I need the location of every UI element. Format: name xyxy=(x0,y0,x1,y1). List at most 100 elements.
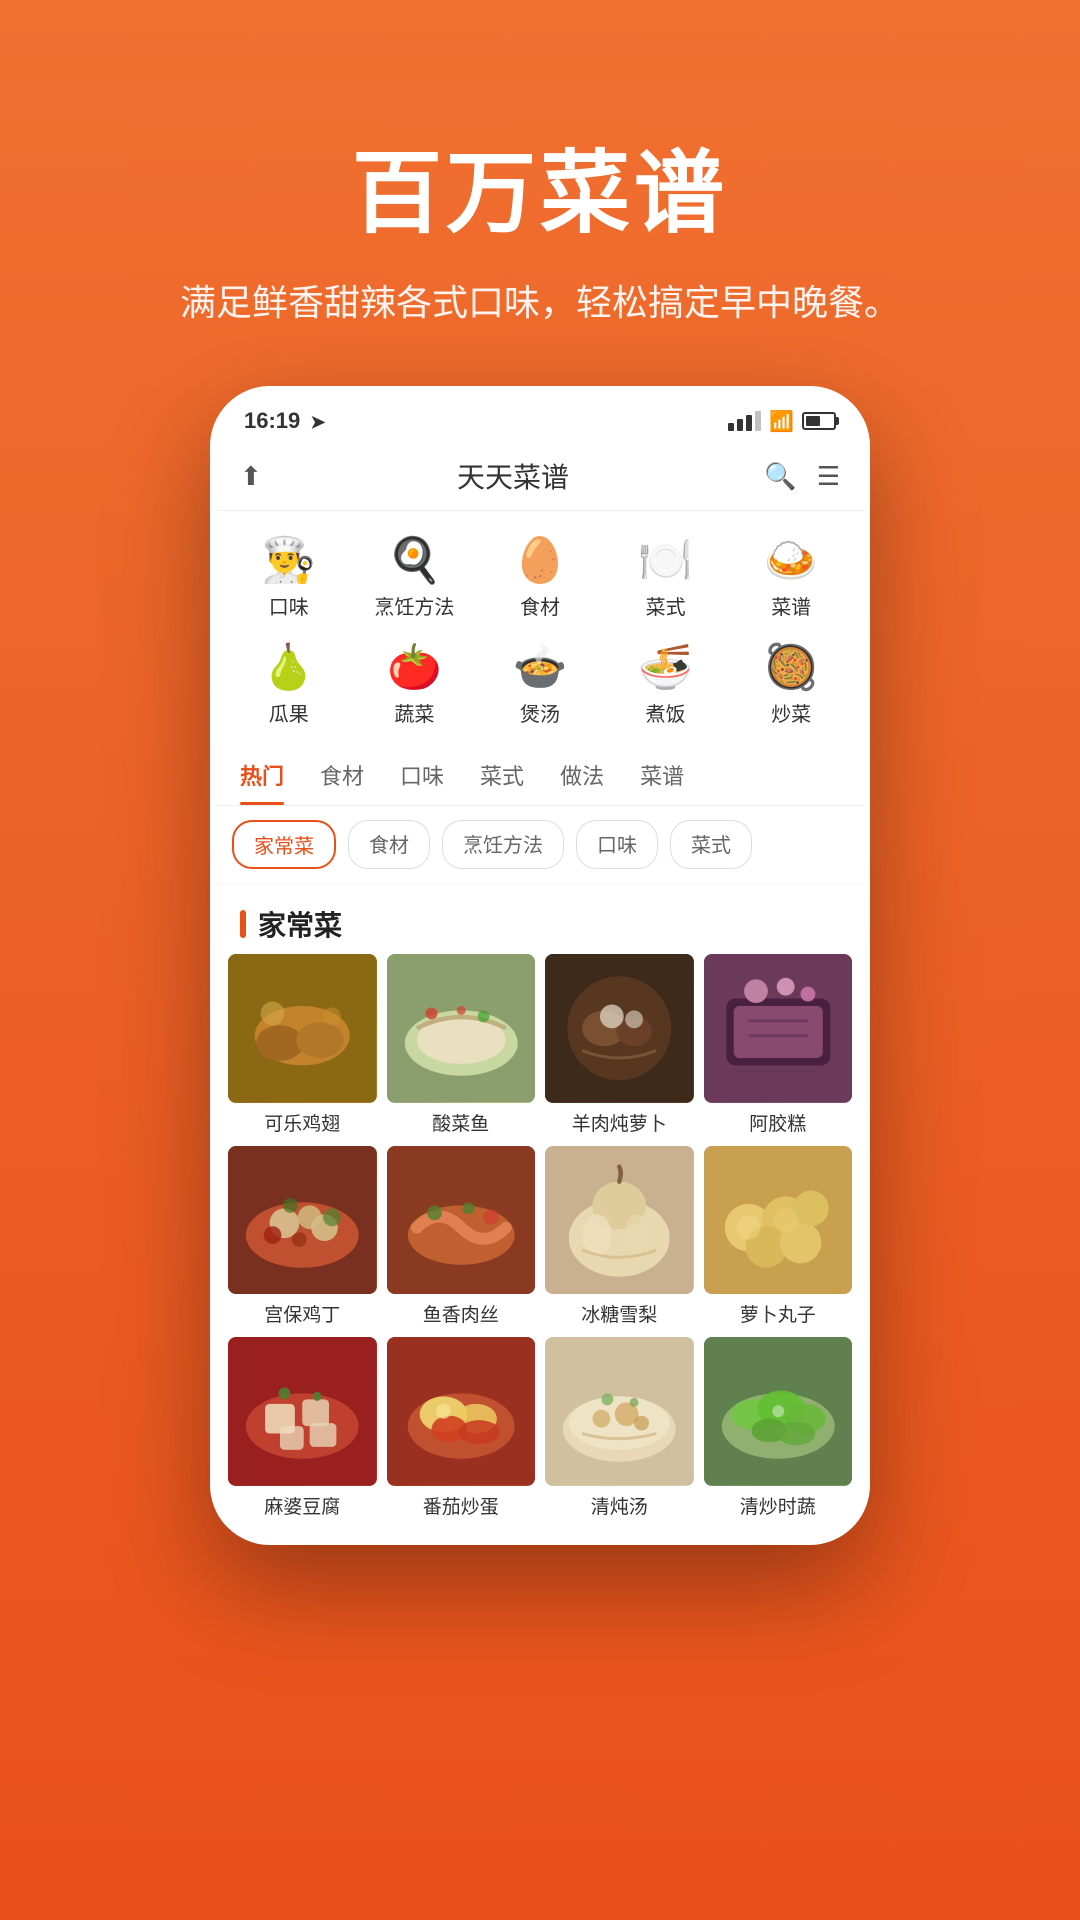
category-vegetable[interactable]: 🍅 蔬菜 xyxy=(352,638,478,735)
tab-list: 热门 食材 口味 菜式 做法 菜谱 xyxy=(240,745,840,805)
tab-ingredients[interactable]: 食材 xyxy=(320,745,364,805)
dish-label: 菜式 xyxy=(646,591,686,620)
recipe-icon: 🍛 xyxy=(764,539,819,583)
dish-icon: 🍽️ xyxy=(638,539,693,583)
food-name-fish-pork: 鱼香肉丝 xyxy=(423,1300,499,1327)
food-image-rock-sugar-pear xyxy=(545,1146,694,1295)
category-grid: 👨‍🍳 口味 🍳 烹饪方法 🥚 食材 🍽️ 菜式 🍛 菜谱 🍐 xyxy=(226,531,854,735)
soup-icon: 🍲 xyxy=(513,646,568,690)
food-lamb-radish[interactable]: 羊肉炖萝卜 xyxy=(545,954,694,1136)
category-recipe[interactable]: 🍛 菜谱 xyxy=(728,531,854,628)
food-mapo-tofu[interactable]: 麻婆豆腐 xyxy=(228,1337,377,1519)
food-name-ejiao-cake: 阿胶糕 xyxy=(749,1109,806,1136)
food-green-veg[interactable]: 清炒时蔬 xyxy=(704,1337,853,1519)
taste-label: 口味 xyxy=(269,591,309,620)
cooking-label: 烹饪方法 xyxy=(374,591,454,620)
section-title: 家常菜 xyxy=(258,904,342,944)
tab-taste[interactable]: 口味 xyxy=(400,745,444,805)
category-fruit[interactable]: 🍐 瓜果 xyxy=(226,638,352,735)
taste-icon: 👨‍🍳 xyxy=(261,539,316,583)
app-header: ⬆ 天天菜谱 🔍 ☰ xyxy=(216,442,864,511)
food-name-sauerkraut-fish: 酸菜鱼 xyxy=(432,1109,489,1136)
food-name-tomato-egg: 番茄炒蛋 xyxy=(423,1492,499,1519)
signal-icon xyxy=(728,411,761,431)
fruit-icon: 🍐 xyxy=(261,646,316,690)
food-name-cola-chicken: 可乐鸡翅 xyxy=(264,1109,340,1136)
filter-home-cooking[interactable]: 家常菜 xyxy=(232,820,336,869)
category-ingredients[interactable]: 🥚 食材 xyxy=(477,531,603,628)
food-name-lamb-radish: 羊肉炖萝卜 xyxy=(572,1109,667,1136)
food-ejiao-cake[interactable]: 阿胶糕 xyxy=(704,954,853,1136)
food-kungpao-chicken[interactable]: 宫保鸡丁 xyxy=(228,1146,377,1328)
hero-section: 百万菜谱 满足鲜香甜辣各式口味，轻松搞定早中晚餐。 xyxy=(180,0,900,386)
soup-label: 煲汤 xyxy=(520,698,560,727)
wifi-icon: 📶 xyxy=(769,409,794,434)
menu-icon[interactable]: ☰ xyxy=(817,461,840,492)
stirfry-icon: 🥘 xyxy=(764,646,819,690)
food-grid: 可乐鸡翅 酸菜鱼 xyxy=(216,954,864,1519)
search-icon[interactable]: 🔍 xyxy=(764,461,796,492)
tab-method[interactable]: 做法 xyxy=(560,745,604,805)
heading-bar-decoration xyxy=(240,910,246,938)
category-cooking-method[interactable]: 🍳 烹饪方法 xyxy=(352,531,478,628)
category-soup[interactable]: 🍲 煲汤 xyxy=(477,638,603,735)
status-icons: 📶 xyxy=(728,409,836,434)
tab-section: 热门 食材 口味 菜式 做法 菜谱 xyxy=(216,745,864,806)
rice-icon: 🍜 xyxy=(638,646,693,690)
food-name-green-veg: 清炒时蔬 xyxy=(740,1492,816,1519)
vegetable-icon: 🍅 xyxy=(387,646,442,690)
section-heading: 家常菜 xyxy=(216,884,864,954)
ingredients-icon: 🥚 xyxy=(513,539,568,583)
filter-taste[interactable]: 口味 xyxy=(576,820,658,869)
food-rock-sugar-pear[interactable]: 冰糖雪梨 xyxy=(545,1146,694,1328)
filter-dish-style[interactable]: 菜式 xyxy=(670,820,752,869)
food-name-mapo-tofu: 麻婆豆腐 xyxy=(264,1492,340,1519)
food-image-mapo-tofu xyxy=(228,1337,377,1486)
food-name-kungpao-chicken: 宫保鸡丁 xyxy=(264,1300,340,1327)
category-section: 👨‍🍳 口味 🍳 烹饪方法 🥚 食材 🍽️ 菜式 🍛 菜谱 🍐 xyxy=(216,511,864,745)
fruit-label: 瓜果 xyxy=(269,698,309,727)
food-name-clear-soup: 清炖汤 xyxy=(591,1492,648,1519)
food-cola-chicken[interactable]: 可乐鸡翅 xyxy=(228,954,377,1136)
food-image-cola-chicken xyxy=(228,954,377,1103)
filter-ingredients[interactable]: 食材 xyxy=(348,820,430,869)
food-image-lamb-radish xyxy=(545,954,694,1103)
cooking-icon: 🍳 xyxy=(387,539,442,583)
ingredients-label: 食材 xyxy=(520,591,560,620)
tab-dish-style[interactable]: 菜式 xyxy=(480,745,524,805)
filter-cooking-method[interactable]: 烹饪方法 xyxy=(442,820,564,869)
location-arrow-icon: ➤ xyxy=(310,412,325,432)
filter-section: 家常菜 食材 烹饪方法 口味 菜式 xyxy=(216,806,864,884)
food-clear-soup[interactable]: 清炖汤 xyxy=(545,1337,694,1519)
food-sauerkraut-fish[interactable]: 酸菜鱼 xyxy=(387,954,536,1136)
app-title: 天天菜谱 xyxy=(457,456,569,496)
hero-subtitle: 满足鲜香甜辣各式口味，轻松搞定早中晚餐。 xyxy=(180,274,900,326)
phone-mockup: 16:19 ➤ 📶 ⬆ 天天菜谱 🔍 ☰ 👨‍🍳 口味 xyxy=(210,386,870,1545)
header-actions: 🔍 ☰ xyxy=(764,461,840,492)
food-image-green-veg xyxy=(704,1337,853,1486)
category-taste[interactable]: 👨‍🍳 口味 xyxy=(226,531,352,628)
stirfry-label: 炒菜 xyxy=(771,698,811,727)
food-tomato-egg[interactable]: 番茄炒蛋 xyxy=(387,1337,536,1519)
food-image-radish-balls xyxy=(704,1146,853,1295)
food-radish-balls[interactable]: 萝卜丸子 xyxy=(704,1146,853,1328)
category-stir-fry[interactable]: 🥘 炒菜 xyxy=(728,638,854,735)
share-icon[interactable]: ⬆ xyxy=(240,461,262,492)
food-image-clear-soup xyxy=(545,1337,694,1486)
category-rice[interactable]: 🍜 煮饭 xyxy=(603,638,729,735)
food-name-radish-balls: 萝卜丸子 xyxy=(740,1300,816,1327)
category-dish-style[interactable]: 🍽️ 菜式 xyxy=(603,531,729,628)
food-image-tomato-egg xyxy=(387,1337,536,1486)
recipe-label: 菜谱 xyxy=(771,591,811,620)
rice-label: 煮饭 xyxy=(646,698,686,727)
bottom-safe-area xyxy=(216,1519,864,1539)
food-fish-pork[interactable]: 鱼香肉丝 xyxy=(387,1146,536,1328)
food-image-ejiao-cake xyxy=(704,954,853,1103)
tab-hot[interactable]: 热门 xyxy=(240,745,284,805)
food-image-sauerkraut-fish xyxy=(387,954,536,1103)
status-time: 16:19 ➤ xyxy=(244,408,326,434)
tab-recipe[interactable]: 菜谱 xyxy=(640,745,684,805)
food-image-fish-pork xyxy=(387,1146,536,1295)
hero-title: 百万菜谱 xyxy=(180,120,900,250)
food-image-kungpao-chicken xyxy=(228,1146,377,1295)
